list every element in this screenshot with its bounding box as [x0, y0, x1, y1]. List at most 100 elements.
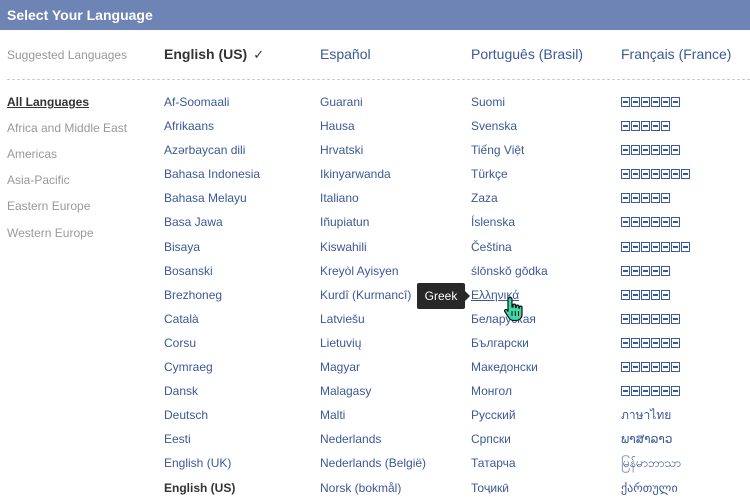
language-option[interactable]: Српски [471, 431, 548, 455]
missing-glyph-icon [621, 121, 630, 132]
language-option[interactable]: Iñupiatun [320, 214, 426, 238]
missing-glyph-icon [631, 241, 640, 252]
language-option[interactable]: Suomi [471, 94, 548, 118]
language-option[interactable]: Malti [320, 407, 426, 431]
language-option[interactable]: Kreyòl Ayisyen [320, 263, 426, 287]
missing-glyph-icon [671, 241, 680, 252]
language-option[interactable]: Bahasa Indonesia [164, 166, 260, 190]
language-option[interactable]: Latviešu [320, 311, 426, 335]
language-option[interactable] [621, 311, 691, 335]
language-option[interactable]: Hrvatski [320, 142, 426, 166]
language-option[interactable]: Zaza [471, 190, 548, 214]
sidebar-item-eastern-europe[interactable]: Eastern Europe [7, 199, 90, 213]
language-column-1: Af-Soomaali Afrikaans Azərbaycan dili Bahas… [164, 94, 260, 504]
language-option[interactable]: Hausa [320, 118, 426, 142]
missing-glyph-icon [631, 386, 640, 397]
missing-glyph-icon [651, 386, 660, 397]
language-option[interactable]: Dansk [164, 383, 260, 407]
language-option[interactable]: Magyar [320, 359, 426, 383]
missing-glyph-icon [651, 121, 660, 132]
language-option[interactable]: Lietuvių [320, 335, 426, 359]
missing-glyph-icon [621, 97, 630, 107]
language-option[interactable]: Guarani [320, 94, 426, 118]
language-option[interactable]: Íslenska [471, 214, 548, 238]
language-option[interactable]: Cymraeg [164, 359, 260, 383]
missing-glyph-icon [661, 386, 670, 397]
language-option[interactable]: Eesti [164, 431, 260, 455]
suggested-portugues-brasil[interactable]: Português (Brasil) [471, 46, 583, 62]
missing-glyph-icon [621, 313, 630, 324]
language-option[interactable] [621, 142, 691, 166]
missing-glyph-icon [651, 169, 660, 180]
language-column-4: ภาษาไทย ພາສາລາວ မြန်မာဘာသာ ქართული [621, 94, 691, 504]
dialog-title: Select Your Language [0, 0, 750, 30]
language-option[interactable]: Deutsch [164, 407, 260, 431]
sidebar-item-americas[interactable]: Americas [7, 147, 57, 161]
language-option[interactable] [621, 359, 691, 383]
language-option[interactable]: ślōnskŏ gŏdka [471, 263, 548, 287]
sidebar-item-all-languages[interactable]: All Languages [7, 95, 89, 109]
missing-glyph-icon [631, 121, 640, 132]
missing-glyph-icon [661, 121, 670, 132]
language-option[interactable]: ภาษาไทย [621, 407, 691, 431]
missing-glyph-icon [641, 145, 650, 156]
language-option[interactable]: Ikinyarwanda [320, 166, 426, 190]
language-option[interactable]: Azərbaycan dili [164, 142, 260, 166]
language-option[interactable] [621, 190, 691, 214]
sidebar-item-asia-pacific[interactable]: Asia-Pacific [7, 173, 70, 187]
language-option[interactable] [621, 287, 691, 311]
language-option[interactable]: Italiano [320, 190, 426, 214]
language-option[interactable]: Bisaya [164, 239, 260, 263]
suggested-espanol[interactable]: Español [320, 46, 371, 62]
language-option[interactable] [621, 239, 691, 263]
language-option[interactable]: Tiếng Việt [471, 142, 548, 166]
missing-glyph-icon [651, 145, 660, 156]
language-option[interactable]: Malagasy [320, 383, 426, 407]
sidebar-item-africa-middle-east[interactable]: Africa and Middle East [7, 121, 127, 135]
language-option[interactable]: Български [471, 335, 548, 359]
missing-glyph-icon [651, 97, 660, 107]
language-option[interactable]: Türkçe [471, 166, 548, 190]
missing-glyph-icon [671, 145, 680, 156]
language-option[interactable]: Af-Soomaali [164, 94, 260, 118]
language-option[interactable]: Bosanski [164, 263, 260, 287]
language-option[interactable]: Kurdî (Kurmancî) [320, 287, 426, 311]
language-option[interactable] [621, 383, 691, 407]
missing-glyph-icon [651, 241, 660, 252]
missing-glyph-icon [631, 337, 640, 348]
language-option[interactable]: Монгол [471, 383, 548, 407]
missing-glyph-icon [651, 362, 660, 373]
language-option[interactable]: မြန်မာဘာသာ [621, 455, 691, 479]
language-option[interactable]: Македонски [471, 359, 548, 383]
missing-glyph-icon [641, 193, 650, 204]
language-option[interactable]: Русский [471, 407, 548, 431]
suggested-languages-label: Suggested Languages [7, 48, 128, 62]
suggested-francais-france[interactable]: Français (France) [621, 46, 731, 62]
language-option[interactable]: Corsu [164, 335, 260, 359]
language-option[interactable]: Bahasa Melayu [164, 190, 260, 214]
suggested-english-us[interactable]: English (US) ✓ [164, 46, 264, 63]
language-option[interactable]: Svenska [471, 118, 548, 142]
language-option[interactable] [621, 335, 691, 359]
language-option[interactable]: Brezhoneg [164, 287, 260, 311]
language-option[interactable]: Татарча [471, 455, 548, 479]
language-option[interactable] [621, 166, 691, 190]
missing-glyph-icon [641, 337, 650, 348]
missing-glyph-icon [621, 169, 630, 180]
language-option[interactable]: Nederlands (België) [320, 455, 426, 479]
sidebar-item-western-europe[interactable]: Western Europe [7, 226, 94, 240]
language-option[interactable]: Afrikaans [164, 118, 260, 142]
language-option[interactable] [621, 263, 691, 287]
language-option[interactable] [621, 214, 691, 238]
language-option[interactable]: English (UK) [164, 455, 260, 479]
language-option[interactable] [621, 118, 691, 142]
language-option[interactable]: Nederlands [320, 431, 426, 455]
language-option[interactable]: ພາສາລາວ [621, 431, 691, 455]
language-option[interactable]: Kiswahili [320, 239, 426, 263]
missing-glyph-icon [631, 97, 640, 107]
language-option[interactable]: Basa Jawa [164, 214, 260, 238]
language-option[interactable]: Català [164, 311, 260, 335]
missing-glyph-icon [641, 217, 650, 228]
language-option[interactable] [621, 94, 691, 118]
language-option[interactable]: Čeština [471, 239, 548, 263]
